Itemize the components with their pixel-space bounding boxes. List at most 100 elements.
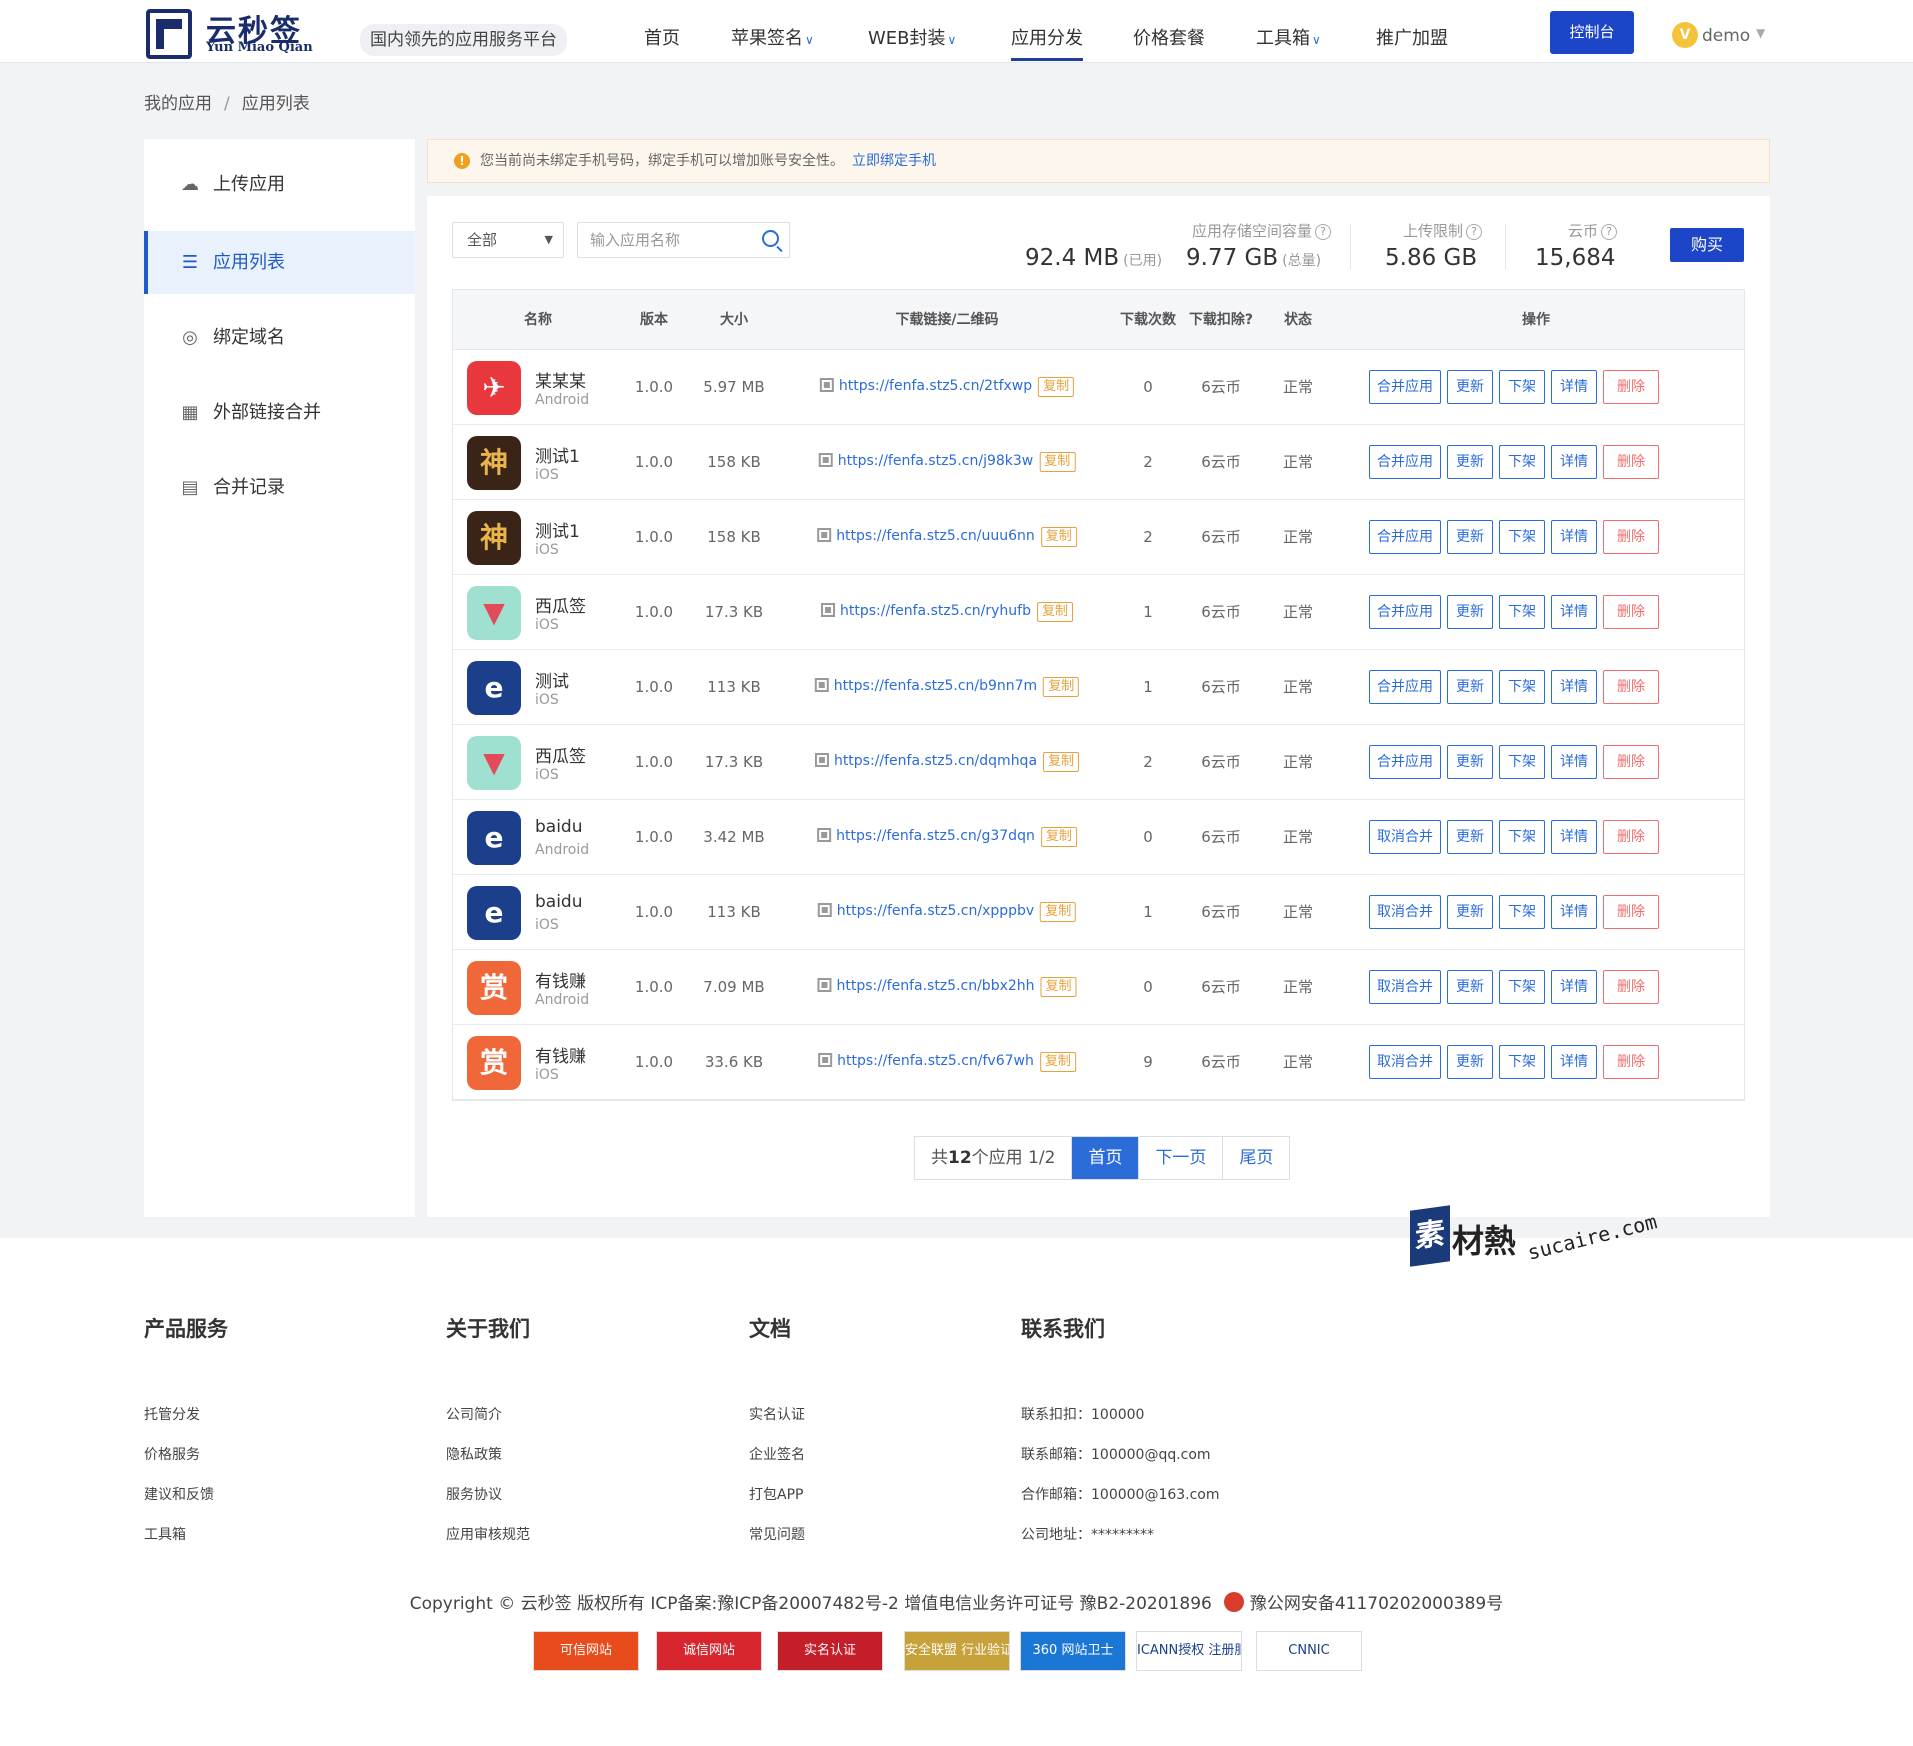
footer-link[interactable]: 公司简介 bbox=[446, 1404, 502, 1424]
copy-button[interactable]: 复制 bbox=[1040, 902, 1077, 922]
police-record[interactable]: 豫公网安备41170202000389号 bbox=[1250, 1594, 1503, 1614]
details-button[interactable]: 详情 bbox=[1551, 745, 1597, 779]
vip-avatar-icon[interactable]: V bbox=[1672, 22, 1698, 48]
update-button[interactable]: 更新 bbox=[1447, 745, 1493, 779]
copy-button[interactable]: 复制 bbox=[1043, 677, 1080, 697]
help-icon[interactable]: ? bbox=[1466, 224, 1483, 240]
bind-phone-link[interactable]: 立即绑定手机 bbox=[852, 153, 936, 169]
footer-link[interactable]: 隐私政策 bbox=[446, 1444, 502, 1464]
unlist-button[interactable]: 下架 bbox=[1499, 895, 1545, 929]
footer-link[interactable]: 托管分发 bbox=[144, 1404, 200, 1424]
details-button[interactable]: 详情 bbox=[1551, 370, 1597, 404]
trust-badge[interactable]: ICANN授权 注册服务机构 bbox=[1136, 1631, 1242, 1671]
buy-button[interactable]: 购买 bbox=[1670, 228, 1744, 262]
footer-link[interactable]: 企业签名 bbox=[749, 1444, 805, 1464]
qrcode-icon[interactable] bbox=[817, 978, 832, 992]
details-button[interactable]: 详情 bbox=[1551, 895, 1597, 929]
qrcode-icon[interactable] bbox=[818, 453, 833, 467]
download-url[interactable]: https://fenfa.stz5.cn/g37dqn bbox=[836, 828, 1035, 844]
update-button[interactable]: 更新 bbox=[1447, 820, 1493, 854]
download-url[interactable]: https://fenfa.stz5.cn/uuu6nn bbox=[836, 528, 1035, 544]
qrcode-icon[interactable] bbox=[821, 603, 836, 617]
footer-link[interactable]: 实名认证 bbox=[749, 1404, 805, 1424]
copy-button[interactable]: 复制 bbox=[1043, 752, 1080, 772]
sidebar-item-link-merge[interactable]: ▦ 外部链接合并 bbox=[144, 381, 415, 444]
caret-down-icon[interactable]: ▼ bbox=[1756, 26, 1765, 40]
delete-button[interactable]: 删除 bbox=[1603, 595, 1659, 629]
update-button[interactable]: 更新 bbox=[1447, 370, 1493, 404]
footer-link[interactable]: 工具箱 bbox=[144, 1524, 186, 1544]
footer-link[interactable]: 应用审核规范 bbox=[446, 1524, 530, 1544]
qrcode-icon[interactable] bbox=[817, 903, 832, 917]
update-button[interactable]: 更新 bbox=[1447, 520, 1493, 554]
qrcode-icon[interactable] bbox=[814, 678, 829, 692]
merge-button[interactable]: 取消合并 bbox=[1369, 820, 1441, 854]
nav-app-distribution[interactable]: 应用分发 bbox=[1011, 24, 1083, 61]
trust-badge[interactable]: 360 网站卫士 bbox=[1020, 1631, 1126, 1671]
user-name[interactable]: demo bbox=[1702, 26, 1750, 46]
unlist-button[interactable]: 下架 bbox=[1499, 820, 1545, 854]
update-button[interactable]: 更新 bbox=[1447, 670, 1493, 704]
breadcrumb-my-apps[interactable]: 我的应用 bbox=[144, 94, 212, 114]
download-url[interactable]: https://fenfa.stz5.cn/fv67wh bbox=[837, 1053, 1034, 1069]
details-button[interactable]: 详情 bbox=[1551, 520, 1597, 554]
merge-button[interactable]: 取消合并 bbox=[1369, 970, 1441, 1004]
help-icon[interactable]: ? bbox=[1601, 224, 1618, 240]
last-page-button[interactable]: 尾页 bbox=[1222, 1137, 1289, 1179]
copy-button[interactable]: 复制 bbox=[1038, 377, 1075, 397]
unlist-button[interactable]: 下架 bbox=[1499, 445, 1545, 479]
details-button[interactable]: 详情 bbox=[1551, 820, 1597, 854]
nav-home[interactable]: 首页 bbox=[644, 24, 680, 50]
download-url[interactable]: https://fenfa.stz5.cn/j98k3w bbox=[838, 453, 1034, 469]
logo-icon[interactable] bbox=[146, 9, 192, 59]
details-button[interactable]: 详情 bbox=[1551, 445, 1597, 479]
download-url[interactable]: https://fenfa.stz5.cn/2tfxwp bbox=[839, 378, 1032, 394]
update-button[interactable]: 更新 bbox=[1447, 895, 1493, 929]
next-page-button[interactable]: 下一页 bbox=[1138, 1137, 1222, 1179]
trust-badge[interactable]: CNNIC bbox=[1256, 1631, 1362, 1671]
qrcode-icon[interactable] bbox=[817, 828, 832, 842]
copy-button[interactable]: 复制 bbox=[1039, 452, 1076, 472]
trust-badge[interactable]: 可信网站 bbox=[533, 1631, 639, 1671]
details-button[interactable]: 详情 bbox=[1551, 595, 1597, 629]
footer-link[interactable]: 价格服务 bbox=[144, 1444, 200, 1464]
delete-button[interactable]: 删除 bbox=[1603, 820, 1659, 854]
footer-link[interactable]: 服务协议 bbox=[446, 1484, 502, 1504]
qrcode-icon[interactable] bbox=[819, 378, 834, 392]
copy-button[interactable]: 复制 bbox=[1039, 1052, 1076, 1072]
download-url[interactable]: https://fenfa.stz5.cn/dqmhqa bbox=[834, 753, 1037, 769]
delete-button[interactable]: 删除 bbox=[1603, 670, 1659, 704]
sidebar-item-merge-records[interactable]: ▤ 合并记录 bbox=[144, 456, 415, 519]
sidebar-item-app-list[interactable]: ☰ 应用列表 bbox=[144, 231, 415, 294]
trust-badge[interactable]: 安全联盟 行业验证 bbox=[904, 1631, 1010, 1671]
footer-link[interactable]: 建议和反馈 bbox=[144, 1484, 214, 1504]
unlist-button[interactable]: 下架 bbox=[1499, 595, 1545, 629]
sidebar-item-upload[interactable]: ☁ 上传应用 bbox=[144, 153, 415, 216]
search-input[interactable]: 输入应用名称 bbox=[577, 222, 790, 258]
nav-affiliate[interactable]: 推广加盟 bbox=[1376, 24, 1448, 50]
merge-button[interactable]: 合并应用 bbox=[1369, 445, 1441, 479]
merge-button[interactable]: 合并应用 bbox=[1369, 370, 1441, 404]
merge-button[interactable]: 合并应用 bbox=[1369, 595, 1441, 629]
console-button[interactable]: 控制台 bbox=[1550, 11, 1634, 54]
copy-button[interactable]: 复制 bbox=[1040, 527, 1077, 547]
unlist-button[interactable]: 下架 bbox=[1499, 520, 1545, 554]
merge-button[interactable]: 取消合并 bbox=[1369, 895, 1441, 929]
delete-button[interactable]: 删除 bbox=[1603, 370, 1659, 404]
merge-button[interactable]: 合并应用 bbox=[1369, 745, 1441, 779]
copy-button[interactable]: 复制 bbox=[1040, 977, 1077, 997]
unlist-button[interactable]: 下架 bbox=[1499, 370, 1545, 404]
copy-button[interactable]: 复制 bbox=[1040, 827, 1077, 847]
delete-button[interactable]: 删除 bbox=[1603, 970, 1659, 1004]
details-button[interactable]: 详情 bbox=[1551, 670, 1597, 704]
first-page-button[interactable]: 首页 bbox=[1071, 1137, 1139, 1179]
search-icon[interactable] bbox=[762, 230, 779, 247]
help-icon[interactable]: ? bbox=[1315, 224, 1332, 240]
merge-button[interactable]: 合并应用 bbox=[1369, 670, 1441, 704]
merge-button[interactable]: 取消合并 bbox=[1369, 1045, 1441, 1079]
delete-button[interactable]: 删除 bbox=[1603, 895, 1659, 929]
qrcode-icon[interactable] bbox=[814, 753, 829, 767]
nav-pricing[interactable]: 价格套餐 bbox=[1133, 24, 1205, 50]
delete-button[interactable]: 删除 bbox=[1603, 745, 1659, 779]
details-button[interactable]: 详情 bbox=[1551, 1045, 1597, 1079]
